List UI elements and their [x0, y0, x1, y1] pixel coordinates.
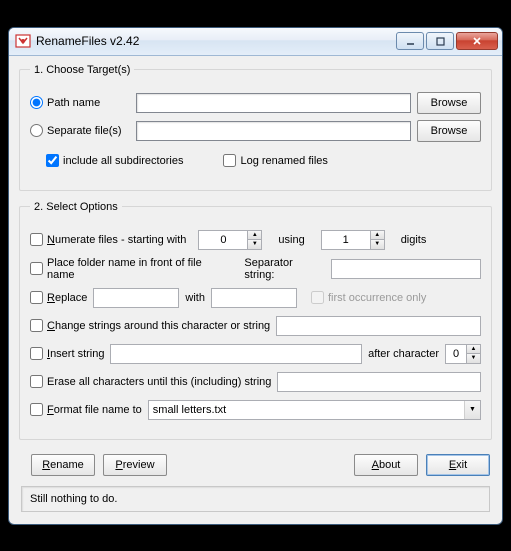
numerate-check-label[interactable]: Numerate files - starting with	[30, 233, 186, 246]
folder-prefix-checkbox[interactable]	[30, 262, 43, 275]
change-strings-input[interactable]	[276, 316, 481, 336]
insert-after-label: after character	[368, 348, 439, 360]
erase-check-label[interactable]: Erase all characters until this (includi…	[30, 375, 271, 388]
path-browse-button[interactable]: Browse	[417, 92, 481, 114]
insert-after-input[interactable]	[446, 345, 466, 363]
choose-target-group: 1. Choose Target(s) Path name Browse Sep…	[19, 64, 492, 191]
folder-prefix-check-label[interactable]: Place folder name in front of file name	[30, 257, 230, 281]
chevron-down-icon[interactable]: ▼	[464, 401, 480, 419]
separator-input[interactable]	[331, 259, 481, 279]
separate-files-radio-label[interactable]: Separate file(s)	[30, 124, 130, 137]
titlebar[interactable]: RenameFiles v2.42	[9, 28, 502, 56]
status-bar: Still nothing to do.	[21, 486, 490, 512]
spinner-buttons[interactable]: ▲▼	[247, 231, 261, 249]
replace-check-label[interactable]: Replace	[30, 291, 87, 304]
select-options-legend: 2. Select Options	[30, 201, 122, 213]
client-area: 1. Choose Target(s) Path name Browse Sep…	[9, 56, 502, 524]
separate-browse-button[interactable]: Browse	[417, 120, 481, 142]
insert-string-checkbox[interactable]	[30, 347, 43, 360]
spinner-buttons[interactable]: ▲▼	[370, 231, 384, 249]
format-checkbox[interactable]	[30, 403, 43, 416]
app-icon	[15, 33, 31, 49]
exit-button[interactable]: Exit	[426, 454, 490, 476]
minimize-button[interactable]	[396, 32, 424, 50]
app-window: RenameFiles v2.42 1. Choose Target(s) Pa…	[8, 27, 503, 525]
insert-after-spinner[interactable]: ▲▼	[445, 344, 481, 364]
window-controls	[396, 32, 498, 50]
choose-target-legend: 1. Choose Target(s)	[30, 64, 134, 76]
numerate-checkbox[interactable]	[30, 233, 43, 246]
insert-string-check-label[interactable]: Insert string	[30, 347, 104, 360]
close-button[interactable]	[456, 32, 498, 50]
erase-input[interactable]	[277, 372, 481, 392]
first-occurrence-check-label: first occurrence only	[311, 291, 426, 304]
path-name-radio-label[interactable]: Path name	[30, 96, 130, 109]
numerate-start-input[interactable]	[199, 231, 247, 249]
first-occurrence-checkbox	[311, 291, 324, 304]
rename-button[interactable]: Rename	[31, 454, 95, 476]
separate-files-radio[interactable]	[30, 124, 43, 137]
replace-checkbox[interactable]	[30, 291, 43, 304]
maximize-button[interactable]	[426, 32, 454, 50]
change-strings-check-label[interactable]: Change strings around this character or …	[30, 319, 270, 332]
erase-checkbox[interactable]	[30, 375, 43, 388]
numerate-digits-label: digits	[401, 234, 427, 246]
about-button[interactable]: About	[354, 454, 418, 476]
format-combobox[interactable]: small letters.txt ▼	[148, 400, 481, 420]
log-renamed-checkbox[interactable]	[223, 154, 236, 167]
replace-from-input[interactable]	[93, 288, 179, 308]
window-title: RenameFiles v2.42	[36, 34, 396, 48]
include-subdirs-check-label[interactable]: include all subdirectories	[46, 154, 183, 167]
action-button-row: Rename Preview About Exit	[19, 450, 492, 486]
separator-label: Separator string:	[244, 257, 325, 281]
numerate-digits-input[interactable]	[322, 231, 370, 249]
preview-button[interactable]: Preview	[103, 454, 167, 476]
log-renamed-check-label[interactable]: Log renamed files	[223, 154, 327, 167]
numerate-using-label: using	[278, 234, 304, 246]
format-combobox-value: small letters.txt	[149, 404, 464, 416]
include-subdirs-checkbox[interactable]	[46, 154, 59, 167]
spinner-buttons[interactable]: ▲▼	[466, 345, 480, 363]
numerate-start-spinner[interactable]: ▲▼	[198, 230, 262, 250]
path-name-input[interactable]	[136, 93, 411, 113]
replace-with-label: with	[185, 292, 205, 304]
numerate-digits-spinner[interactable]: ▲▼	[321, 230, 385, 250]
replace-to-input[interactable]	[211, 288, 297, 308]
select-options-group: 2. Select Options Numerate files - start…	[19, 201, 492, 440]
format-check-label[interactable]: Format file name to	[30, 403, 142, 416]
insert-string-input[interactable]	[110, 344, 362, 364]
path-name-radio[interactable]	[30, 96, 43, 109]
separate-files-input[interactable]	[136, 121, 411, 141]
change-strings-checkbox[interactable]	[30, 319, 43, 332]
